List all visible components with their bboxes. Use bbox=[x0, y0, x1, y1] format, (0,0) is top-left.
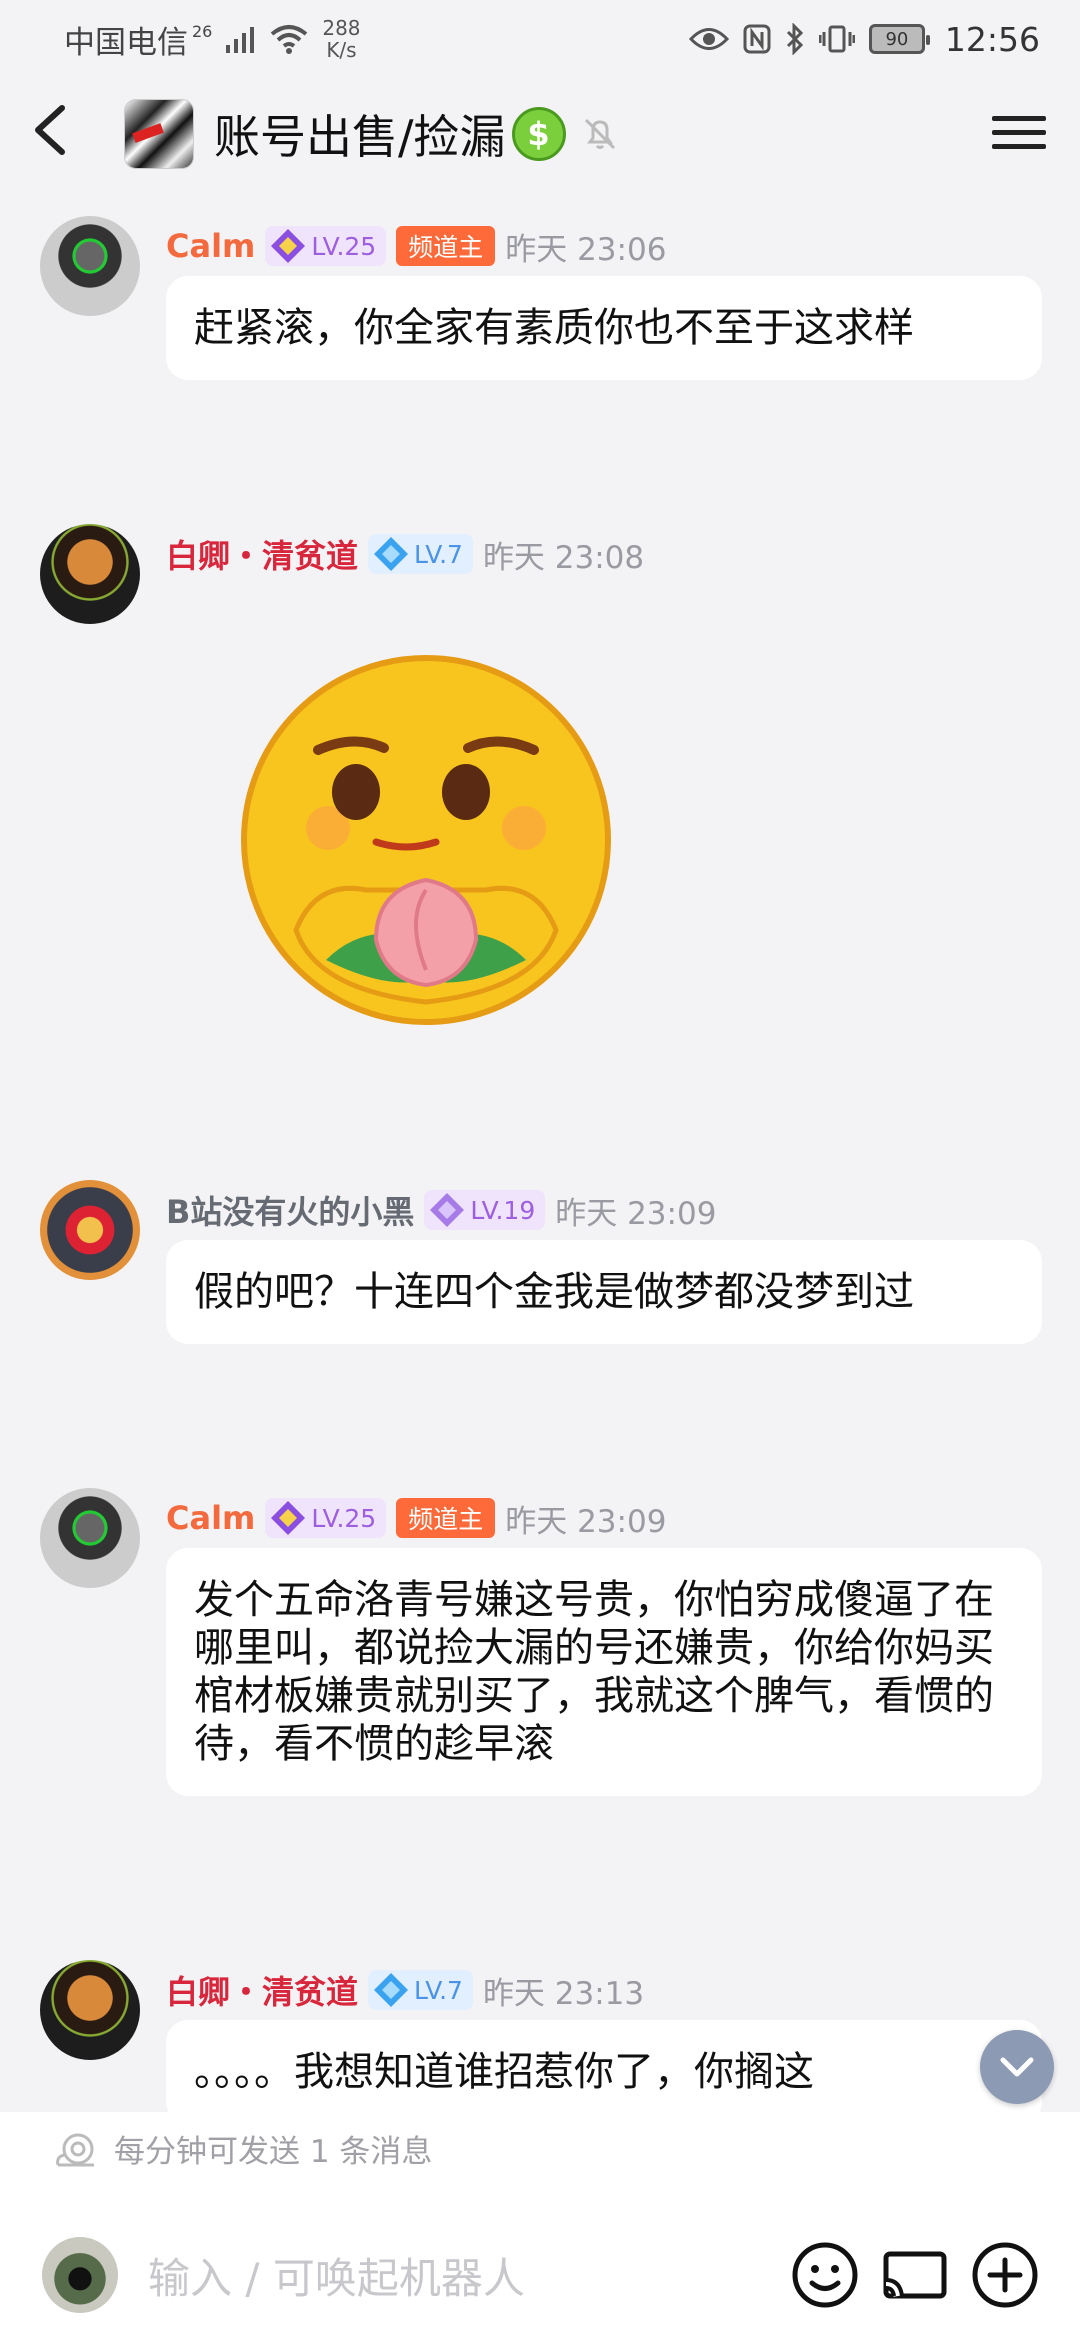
chevron-left-icon bbox=[35, 104, 65, 155]
user-avatar[interactable] bbox=[40, 1180, 140, 1280]
channel-title[interactable]: 账号出售/捡漏 bbox=[214, 101, 506, 167]
channel-header: 账号出售/捡漏 $ bbox=[0, 88, 1080, 180]
username[interactable]: 白卿・清贫道 bbox=[166, 531, 358, 577]
level-gem-icon bbox=[430, 1193, 465, 1227]
carrier-label: 中国电信 bbox=[64, 24, 188, 61]
speed-value: 288 bbox=[322, 16, 361, 40]
message-bubble[interactable]: 赶紧滚，你全家有素质你也不至于这求样 bbox=[166, 276, 1042, 380]
level-text: LV.25 bbox=[311, 231, 377, 261]
wifi-icon bbox=[271, 25, 308, 54]
pray-peach-emoji-sticker[interactable] bbox=[236, 650, 616, 1030]
user-avatar[interactable] bbox=[40, 216, 140, 316]
rate-limit-hint: 每分钟可发送 1 条消息 bbox=[54, 2126, 432, 2171]
level-gem-icon bbox=[271, 1501, 306, 1535]
back-button[interactable] bbox=[30, 104, 100, 165]
chevron-down-icon bbox=[1000, 2057, 1034, 2077]
message-bubble[interactable]: 。。。。我想知道谁招惹你了，你搁这 bbox=[166, 2020, 1042, 2112]
message-input[interactable]: 输入 / 可唤起机器人 bbox=[148, 2245, 770, 2306]
level-badge: LV.7 bbox=[368, 1970, 473, 2010]
level-gem-icon bbox=[374, 537, 409, 571]
message-item: B站没有火的小黑 LV.19 昨天 23:09 假的吧？十连四个金我是做梦都没梦… bbox=[0, 1180, 1080, 1420]
level-gem-icon bbox=[271, 229, 306, 263]
level-text: LV.25 bbox=[311, 1503, 377, 1533]
message-time: 昨天 23:06 bbox=[505, 231, 667, 268]
level-badge: LV.19 bbox=[424, 1190, 546, 1230]
level-badge: LV.25 bbox=[265, 226, 387, 266]
my-avatar[interactable] bbox=[42, 2237, 118, 2313]
message-item: Calm LV.25 频道主 昨天 23:09 发个五命洛青号嫌这号贵，你怕穷成… bbox=[0, 1488, 1080, 1888]
scroll-to-bottom-button[interactable] bbox=[980, 2030, 1054, 2104]
message-item: 白卿・清贫道 LV.7 昨天 23:13 。。。。我想知道谁招惹你了，你搁这 bbox=[0, 1960, 1080, 2112]
message-meta: Calm LV.25 频道主 昨天 23:06 bbox=[166, 216, 666, 276]
level-text: LV.7 bbox=[414, 1975, 463, 2005]
nfc-icon bbox=[743, 24, 771, 54]
message-time: 昨天 23:13 bbox=[482, 1975, 645, 2012]
level-badge: LV.7 bbox=[368, 534, 473, 574]
username[interactable]: B站没有火的小黑 bbox=[166, 1187, 414, 1233]
message-item: Calm LV.25 频道主 昨天 23:06 赶紧滚，你全家有素质你也不至于这… bbox=[0, 216, 1080, 456]
screen-cast-icon[interactable] bbox=[880, 2240, 950, 2310]
status-bar: 中国电信 26 288 K/s 90 12:56 bbox=[0, 0, 1080, 78]
emoji-icon[interactable] bbox=[790, 2240, 860, 2310]
clock: 12:56 bbox=[944, 19, 1040, 59]
signal-icon bbox=[226, 27, 255, 53]
eye-icon bbox=[688, 28, 729, 50]
message-meta: 白卿・清贫道 LV.7 昨天 23:13 bbox=[166, 1960, 644, 2020]
network-type: 26 bbox=[192, 21, 213, 41]
username[interactable]: 白卿・清贫道 bbox=[166, 1967, 358, 2013]
level-text: LV.19 bbox=[470, 1195, 536, 1225]
channel-avatar[interactable] bbox=[124, 99, 194, 169]
message-time: 昨天 23:08 bbox=[482, 539, 645, 576]
level-text: LV.7 bbox=[414, 539, 463, 569]
message-time: 昨天 23:09 bbox=[555, 1195, 717, 1232]
level-gem-icon bbox=[374, 1973, 409, 2007]
username[interactable]: Calm bbox=[166, 1499, 255, 1537]
slow-mode-snail-icon bbox=[56, 2133, 94, 2166]
menu-line bbox=[992, 144, 1046, 149]
message-time: 昨天 23:09 bbox=[505, 1503, 667, 1540]
menu-line bbox=[992, 116, 1046, 121]
battery-level: 90 bbox=[885, 28, 909, 50]
network-speed: 288 K/s bbox=[322, 17, 360, 61]
battery-icon: 90 bbox=[868, 24, 930, 54]
add-circle-icon[interactable] bbox=[970, 2240, 1040, 2310]
rate-hint-text: 每分钟可发送 1 条消息 bbox=[114, 2134, 433, 2170]
user-avatar[interactable] bbox=[40, 524, 140, 624]
bluetooth-icon bbox=[786, 23, 804, 55]
message-meta: B站没有火的小黑 LV.19 昨天 23:09 bbox=[166, 1180, 716, 1240]
user-avatar[interactable] bbox=[40, 1960, 140, 2060]
bell-muted-icon bbox=[584, 118, 615, 150]
message-meta: Calm LV.25 频道主 昨天 23:09 bbox=[166, 1488, 666, 1548]
menu-button[interactable] bbox=[992, 108, 1046, 158]
level-badge: LV.25 bbox=[265, 1498, 387, 1538]
user-avatar[interactable] bbox=[40, 1488, 140, 1588]
owner-badge: 频道主 bbox=[396, 226, 496, 266]
menu-line bbox=[992, 130, 1046, 135]
composer-panel: 每分钟可发送 1 条消息 输入 / 可唤起机器人 bbox=[0, 2112, 1080, 2340]
message-meta: 白卿・清贫道 LV.7 昨天 23:08 bbox=[166, 524, 644, 584]
username[interactable]: Calm bbox=[166, 227, 255, 265]
owner-badge: 频道主 bbox=[396, 1498, 496, 1538]
message-bubble[interactable]: 发个五命洛青号嫌这号贵，你怕穷成傻逼了在哪里叫，都说捡大漏的号还嫌贵，你给你妈买… bbox=[166, 1548, 1042, 1796]
vibrate-icon bbox=[818, 25, 855, 53]
message-bubble[interactable]: 假的吧？十连四个金我是做梦都没梦到过 bbox=[166, 1240, 1042, 1344]
money-face-emoji-icon: $ bbox=[511, 107, 566, 161]
input-row: 输入 / 可唤起机器人 bbox=[0, 2222, 1080, 2328]
speed-unit: K/s bbox=[326, 38, 357, 62]
